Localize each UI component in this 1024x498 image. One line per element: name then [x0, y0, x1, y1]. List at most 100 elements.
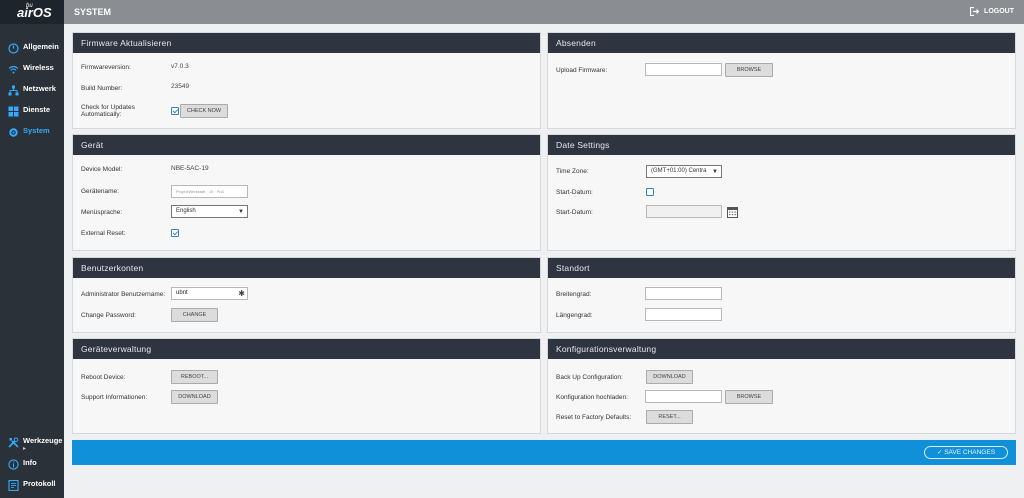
- start-date-toggle-label: Start-Datum:: [556, 189, 593, 196]
- date-settings-panel: Date Settings Time Zone: (GMT+01:00) Cen…: [547, 134, 1016, 251]
- konfigurationsverwaltung-panel: Konfigurationsverwaltung Back Up Configu…: [547, 338, 1016, 434]
- admin-username-value: ubnt: [176, 290, 188, 296]
- support-download-button[interactable]: DOWNLOAD: [171, 390, 218, 404]
- external-reset-label: External Reset:: [81, 230, 126, 237]
- device-name-input[interactable]: ProjectWerkstatt · 19 · Fuß: [171, 185, 248, 198]
- panel-header: Geräteverwaltung: [73, 339, 540, 359]
- check-updates-label-line1: Check for Updates: [81, 104, 135, 111]
- geraeteverwaltung-panel: Geräteverwaltung Reboot Device: REBOOT..…: [72, 338, 541, 434]
- tools-icon: [8, 435, 19, 448]
- sidebar-item-info[interactable]: Info: [0, 452, 64, 472]
- menu-language-select[interactable]: English ▼: [171, 205, 248, 218]
- panel-header: Absenden: [548, 33, 1015, 53]
- sidebar: bu airOS Allgemein Wireless Netzwerk Die…: [0, 0, 64, 498]
- save-changes-label: SAVE CHANGES: [944, 449, 996, 456]
- info-icon: [8, 457, 19, 470]
- check-updates-checkbox[interactable]: [171, 107, 179, 115]
- build-number-value: 23549: [171, 83, 190, 90]
- start-date-input[interactable]: [646, 205, 722, 218]
- sidebar-item-label: Dienste: [23, 104, 51, 114]
- change-password-label: Change Password:: [81, 312, 136, 319]
- chevron-down-icon: ▼: [238, 209, 244, 215]
- device-model-label: Device Model:: [81, 166, 123, 173]
- panel-header: Benutzerkonten: [73, 258, 540, 278]
- sidebar-item-label: Wireless: [23, 62, 54, 72]
- panel-header: Konfigurationsverwaltung: [548, 339, 1015, 359]
- sidebar-item-label: Werkzeuge: [23, 435, 63, 445]
- backup-config-label: Back Up Configuration:: [556, 374, 623, 381]
- sidebar-item-label: System: [23, 125, 50, 135]
- gear-icon: [8, 125, 19, 137]
- change-password-button[interactable]: CHANGE: [171, 308, 218, 322]
- logout-button[interactable]: LOGOUT: [969, 6, 1014, 17]
- time-zone-value: (GMT+01:00) Centra: [651, 168, 707, 174]
- services-icon: [8, 104, 19, 116]
- backup-download-button[interactable]: DOWNLOAD: [646, 370, 693, 384]
- check-now-button[interactable]: CHECK NOW: [180, 104, 228, 118]
- logout-label: LOGOUT: [984, 8, 1014, 15]
- sidebar-item-wireless[interactable]: Wireless: [0, 57, 64, 77]
- browse-firmware-button[interactable]: BROWSE: [725, 63, 773, 77]
- factory-reset-button[interactable]: RESET...: [646, 410, 693, 424]
- panel-header: Firmware Aktualisieren: [73, 33, 540, 53]
- absenden-panel: Absenden Upload Firmware: BROWSE: [547, 32, 1016, 129]
- panel-header: Gerät: [73, 135, 540, 155]
- reboot-device-label: Reboot Device:: [81, 374, 126, 381]
- factory-reset-label: Reset to Factory Defaults:: [556, 414, 632, 421]
- check-updates-label-line2: Automatically:: [81, 111, 122, 118]
- support-info-label: Support Informationen:: [81, 394, 148, 401]
- sidebar-item-werkzeuge[interactable]: Werkzeuge ▸: [0, 430, 64, 452]
- calendar-icon[interactable]: [727, 205, 738, 223]
- wifi-icon: [8, 62, 19, 74]
- time-zone-select[interactable]: (GMT+01:00) Centra ▼: [646, 165, 722, 178]
- save-changes-button[interactable]: ✓ SAVE CHANGES: [924, 446, 1008, 459]
- asterisk-icon: ✱: [238, 289, 245, 298]
- latitude-input[interactable]: [645, 287, 722, 300]
- sidebar-item-label: Allgemein: [23, 41, 59, 51]
- browse-config-button[interactable]: BROWSE: [725, 390, 773, 404]
- benutzerkonten-panel: Benutzerkonten Administrator Benutzernam…: [72, 257, 541, 333]
- longitude-input[interactable]: [645, 308, 722, 321]
- sidebar-item-allgemein[interactable]: Allgemein: [0, 36, 64, 56]
- log-icon: [8, 478, 19, 491]
- panel-header: Date Settings: [548, 135, 1015, 155]
- upload-config-label: Konfiguration hochladen:: [556, 394, 628, 401]
- sidebar-item-protokoll[interactable]: Protokoll: [0, 473, 64, 493]
- sidebar-item-label: Netzwerk: [23, 83, 56, 93]
- logo-text: airOS: [17, 5, 52, 20]
- firmware-version-value: v7.0.3: [171, 63, 189, 70]
- start-date-label: Start-Datum:: [556, 209, 593, 216]
- logout-icon: [969, 6, 980, 17]
- geraet-panel: Gerät Device Model: NBE-5AC-19 Gerätenam…: [72, 134, 541, 251]
- build-number-label: Build Number:: [81, 85, 123, 92]
- standort-panel: Standort Breitengrad: Längengrad:: [547, 257, 1016, 333]
- menu-language-label: Menüsprache:: [81, 209, 123, 216]
- sidebar-item-system[interactable]: System: [0, 120, 64, 140]
- reboot-button[interactable]: REBOOT...: [171, 370, 218, 384]
- external-reset-checkbox[interactable]: [171, 229, 179, 237]
- save-bar: ✓ SAVE CHANGES: [72, 440, 1016, 465]
- sidebar-item-dienste[interactable]: Dienste: [0, 99, 64, 119]
- admin-username-input[interactable]: ubnt ✱: [171, 287, 248, 300]
- firmware-panel: Firmware Aktualisieren Firmwareversion: …: [72, 32, 541, 129]
- sidebar-item-label: Info: [23, 457, 37, 467]
- sidebar-item-label: Protokoll: [23, 478, 56, 488]
- time-zone-label: Time Zone:: [556, 168, 589, 175]
- upload-config-input[interactable]: [645, 390, 722, 403]
- page-title: SYSTEM: [74, 7, 112, 17]
- upload-firmware-input[interactable]: [645, 63, 722, 76]
- chevron-down-icon: ▼: [712, 169, 718, 175]
- upload-firmware-label: Upload Firmware:: [556, 67, 608, 74]
- device-name-label: Gerätename:: [81, 188, 119, 195]
- start-date-checkbox[interactable]: [646, 188, 654, 196]
- sidebar-item-netzwerk[interactable]: Netzwerk: [0, 78, 64, 98]
- admin-username-label: Administrator Benutzername:: [81, 291, 166, 298]
- firmware-version-label: Firmwareversion:: [81, 64, 131, 71]
- airos-logo[interactable]: bu airOS: [0, 0, 64, 24]
- longitude-label: Längengrad:: [556, 312, 593, 319]
- submenu-arrow-icon: ▸: [23, 446, 27, 452]
- panel-header: Standort: [548, 258, 1015, 278]
- latitude-label: Breitengrad:: [556, 291, 592, 298]
- top-bar: SYSTEM LOGOUT: [64, 0, 1024, 24]
- dashboard-icon: [8, 41, 19, 54]
